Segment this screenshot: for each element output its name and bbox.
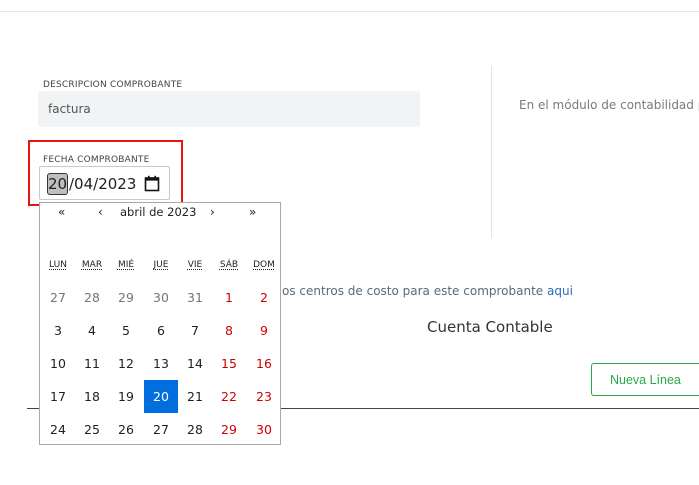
column-divider xyxy=(491,66,492,238)
day-cell[interactable]: 25 xyxy=(75,413,109,446)
day-cell[interactable]: 26 xyxy=(109,413,143,446)
descripcion-label: DESCRIPCION COMPROBANTE xyxy=(43,80,183,90)
day-cell[interactable]: 27 xyxy=(41,281,75,314)
weekday-sun: DOM xyxy=(253,260,275,270)
day-cell[interactable]: 2 xyxy=(247,281,281,314)
day-cell[interactable]: 22 xyxy=(212,380,246,413)
top-divider xyxy=(0,11,699,12)
day-cell[interactable]: 30 xyxy=(144,281,178,314)
day-cell[interactable]: 8 xyxy=(212,314,246,347)
day-cell[interactable]: 29 xyxy=(109,281,143,314)
descripcion-input[interactable]: factura xyxy=(38,91,420,127)
weekday-sat: SÁB xyxy=(219,260,239,270)
cost-center-text: os centros de costo para este comprobant… xyxy=(282,284,544,298)
day-cell[interactable]: 12 xyxy=(109,347,143,380)
day-cell[interactable]: 27 xyxy=(144,413,178,446)
day-cell[interactable]: 28 xyxy=(178,413,212,446)
prev-year-button[interactable]: « xyxy=(58,205,65,219)
day-cell[interactable]: 23 xyxy=(247,380,281,413)
day-cell[interactable]: 31 xyxy=(178,281,212,314)
prev-month-button[interactable]: ‹ xyxy=(98,205,103,219)
weekday-wed: MIÉ xyxy=(117,260,135,270)
weekday-mon: LUN xyxy=(49,260,67,270)
day-cell[interactable]: 11 xyxy=(75,347,109,380)
day-cell[interactable]: 21 xyxy=(178,380,212,413)
fecha-label: FECHA COMPROBANTE xyxy=(43,155,150,165)
day-cell[interactable]: 16 xyxy=(247,347,281,380)
cost-center-hint: os centros de costo para este comprobant… xyxy=(282,284,573,298)
day-cell[interactable]: 9 xyxy=(247,314,281,347)
nueva-linea-button[interactable]: Nueva Línea xyxy=(591,363,699,396)
day-cell[interactable]: 17 xyxy=(41,380,75,413)
day-cell[interactable]: 13 xyxy=(144,347,178,380)
calendar-icon[interactable] xyxy=(144,175,160,192)
weekday-fri: VIE xyxy=(187,260,203,270)
day-cell[interactable]: 6 xyxy=(144,314,178,347)
day-cell[interactable]: 5 xyxy=(109,314,143,347)
day-cell-selected[interactable]: 20 xyxy=(144,380,178,413)
day-cell[interactable]: 28 xyxy=(75,281,109,314)
month-year-label[interactable]: abril de 2023 xyxy=(120,205,196,219)
day-cell[interactable]: 30 xyxy=(247,413,281,446)
day-cell[interactable]: 4 xyxy=(75,314,109,347)
day-cell[interactable]: 18 xyxy=(75,380,109,413)
date-day-segment[interactable]: 20 xyxy=(47,173,68,195)
next-year-button[interactable]: » xyxy=(249,205,256,219)
day-cell[interactable]: 7 xyxy=(178,314,212,347)
next-month-button[interactable]: › xyxy=(210,205,215,219)
day-cell[interactable]: 14 xyxy=(178,347,212,380)
cuenta-contable-header: Cuenta Contable xyxy=(427,318,553,336)
info-text: En el módulo de contabilidad p xyxy=(519,98,699,112)
date-picker-popup: « ‹ abril de 2023 › » LUN MAR MIÉ JUE VI… xyxy=(39,202,281,445)
day-cell[interactable]: 24 xyxy=(41,413,75,446)
weekday-tue: MAR xyxy=(81,260,103,270)
cost-center-link[interactable]: aqui xyxy=(547,284,573,298)
weekday-thu: JUE xyxy=(153,260,169,270)
day-cell[interactable]: 10 xyxy=(41,347,75,380)
day-cell[interactable]: 29 xyxy=(212,413,246,446)
day-cell[interactable]: 3 xyxy=(41,314,75,347)
day-cell[interactable]: 1 xyxy=(212,281,246,314)
day-cell[interactable]: 19 xyxy=(109,380,143,413)
day-cell[interactable]: 15 xyxy=(212,347,246,380)
fecha-date-input[interactable]: 20 /04/2023 xyxy=(39,166,170,200)
date-month-year-segment[interactable]: /04/2023 xyxy=(69,174,136,194)
